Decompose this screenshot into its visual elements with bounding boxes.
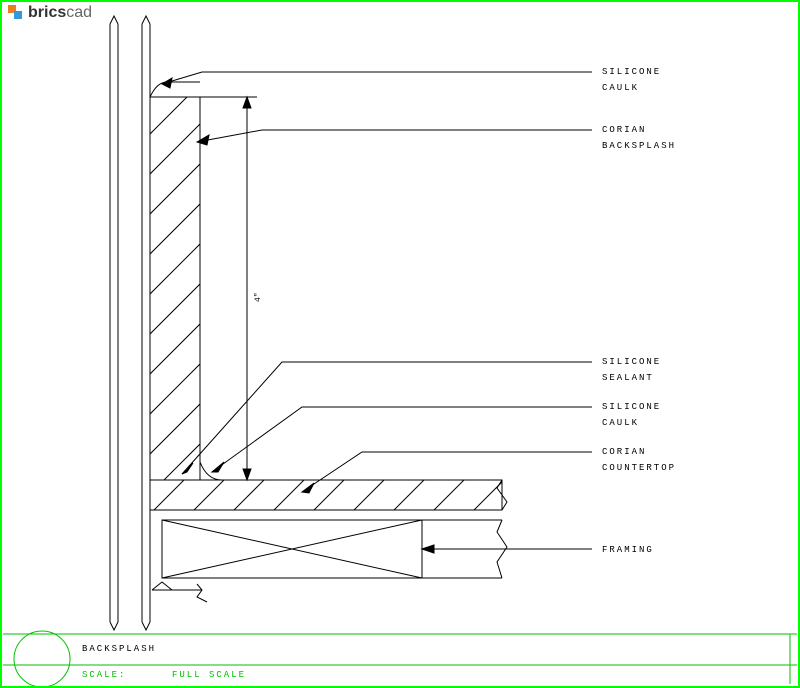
cad-drawing	[2, 2, 798, 686]
title-text: BACKSPLASH	[82, 644, 156, 654]
leaders	[162, 72, 592, 553]
label-framing: FRAMING	[602, 542, 654, 558]
sealant-detail	[152, 582, 207, 602]
scale-label: SCALE:	[82, 670, 126, 680]
label-silicone-sealant: SILICONE SEALANT	[602, 354, 661, 386]
label-silicone-caulk-top: SILICONE CAULK	[602, 64, 661, 96]
countertop	[142, 462, 522, 522]
scale-value: FULL SCALE	[172, 670, 246, 680]
wall-framing	[110, 16, 150, 630]
dimension-text: 4"	[254, 292, 263, 302]
label-corian-backsplash: CORIAN BACKSPLASH	[602, 122, 676, 154]
drawing-frame: bricscad	[0, 0, 800, 688]
label-silicone-caulk-mid: SILICONE CAULK	[602, 399, 661, 431]
label-corian-countertop: CORIAN COUNTERTOP	[602, 444, 676, 476]
